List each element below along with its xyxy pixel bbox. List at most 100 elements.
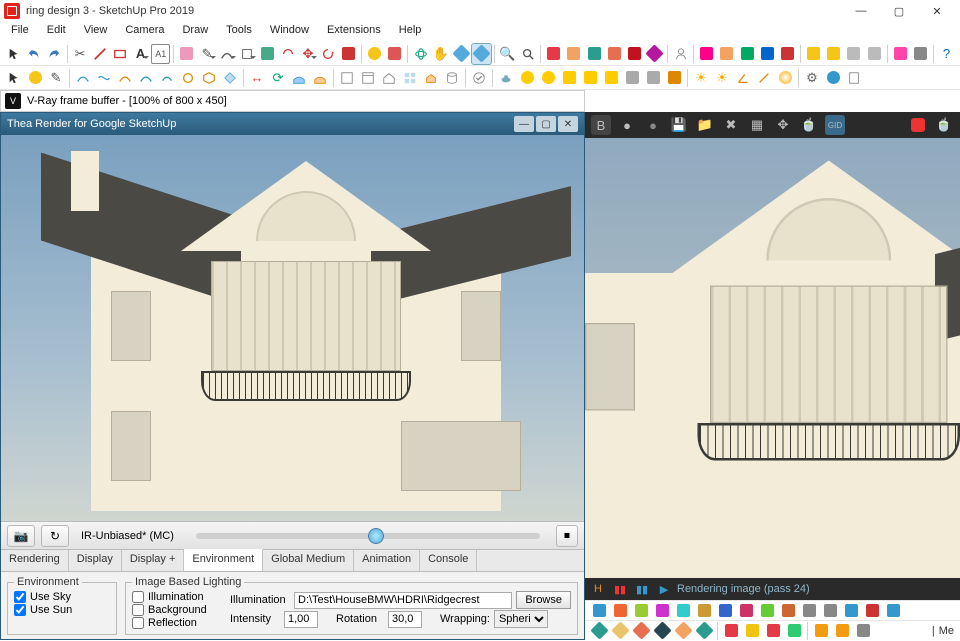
- layer-e-icon[interactable]: [778, 44, 797, 64]
- hex-icon[interactable]: [199, 68, 219, 88]
- rotation-input[interactable]: [388, 611, 422, 628]
- r4-j-icon[interactable]: [784, 621, 804, 641]
- rp-move-icon[interactable]: ✥: [773, 115, 793, 135]
- light-f-icon[interactable]: [622, 68, 642, 88]
- rp-teapot-icon[interactable]: 🍵: [799, 115, 819, 135]
- sun-a-icon[interactable]: ☀: [691, 68, 711, 88]
- r3-c-icon[interactable]: [631, 601, 651, 621]
- zoom-extents-icon[interactable]: [518, 44, 537, 64]
- style-a-icon[interactable]: [804, 44, 823, 64]
- vray-framebuffer-titlebar[interactable]: V V-Ray frame buffer - [100% of 800 x 45…: [0, 90, 585, 112]
- curve-e-icon[interactable]: [157, 68, 177, 88]
- tab-console[interactable]: Console: [420, 550, 477, 571]
- r3-b-icon[interactable]: [610, 601, 630, 621]
- user-icon[interactable]: [671, 44, 690, 64]
- channel-letter[interactable]: B: [591, 115, 611, 135]
- rp-bars-icon[interactable]: ▮▮: [611, 581, 629, 597]
- text-tool-icon[interactable]: A: [131, 44, 150, 64]
- plugin-d-icon[interactable]: [605, 44, 624, 64]
- layer-d-icon[interactable]: [758, 44, 777, 64]
- move-arrows-icon[interactable]: ↔: [247, 68, 267, 88]
- layer-b-icon[interactable]: [717, 44, 736, 64]
- rp-pause-icon[interactable]: ▮▮: [633, 581, 651, 597]
- pencil-tool-icon[interactable]: ✎: [198, 44, 217, 64]
- light-c-icon[interactable]: [559, 68, 579, 88]
- home-icon[interactable]: [379, 68, 399, 88]
- thea-titlebar[interactable]: Thea Render for Google SketchUp — ▢ ✕: [1, 113, 584, 135]
- menu-window[interactable]: Window: [261, 22, 318, 42]
- sphere-icon[interactable]: [775, 68, 795, 88]
- window-minimize-button[interactable]: —: [842, 0, 880, 22]
- plugin-b-icon[interactable]: [564, 44, 583, 64]
- r3-e-icon[interactable]: [673, 601, 693, 621]
- r3-a-icon[interactable]: [589, 601, 609, 621]
- light-b-icon[interactable]: [538, 68, 558, 88]
- select-tool-icon[interactable]: [4, 44, 23, 64]
- light-g-icon[interactable]: [643, 68, 663, 88]
- plugin-a-icon[interactable]: [544, 44, 563, 64]
- thea-minimize-button[interactable]: —: [514, 116, 534, 132]
- r4-c-icon[interactable]: [631, 621, 651, 641]
- r3-h-icon[interactable]: [736, 601, 756, 621]
- pushpull-tool-icon[interactable]: [258, 44, 277, 64]
- surface-b-icon[interactable]: [310, 68, 330, 88]
- rotate-tool-icon[interactable]: [319, 44, 338, 64]
- r3-d-icon[interactable]: [652, 601, 672, 621]
- layer-a-icon[interactable]: [697, 44, 716, 64]
- arc-tool-icon[interactable]: [218, 44, 237, 64]
- tab-global-medium[interactable]: Global Medium: [263, 550, 354, 571]
- brush-icon[interactable]: [25, 68, 45, 88]
- tape-tool-icon[interactable]: [365, 44, 384, 64]
- wrapping-select[interactable]: Spheri: [494, 610, 548, 628]
- thea-stop-icon[interactable]: ⏹: [556, 525, 578, 547]
- cut-icon[interactable]: ✂: [70, 44, 89, 64]
- rp-dot-icon[interactable]: ●: [643, 115, 663, 135]
- r4-a-icon[interactable]: [589, 621, 609, 641]
- misc-b-icon[interactable]: [911, 44, 930, 64]
- plugin-c-icon[interactable]: [584, 44, 603, 64]
- thea-progress-slider[interactable]: [196, 533, 540, 539]
- use-sun-checkbox[interactable]: [14, 604, 26, 616]
- r4-b-icon[interactable]: [610, 621, 630, 641]
- rotate2-icon[interactable]: ⟳: [268, 68, 288, 88]
- rp-stop-icon[interactable]: [908, 115, 928, 135]
- win-b-icon[interactable]: [358, 68, 378, 88]
- r4-g-icon[interactable]: [721, 621, 741, 641]
- background-checkbox[interactable]: [132, 604, 144, 616]
- r4-h-icon[interactable]: [742, 621, 762, 641]
- menu-help[interactable]: Help: [390, 22, 431, 42]
- thea-render-viewport[interactable]: [1, 135, 584, 521]
- menu-tools[interactable]: Tools: [217, 22, 261, 42]
- r4-d-icon[interactable]: [652, 621, 672, 641]
- select2-icon[interactable]: [4, 68, 24, 88]
- r3-f-icon[interactable]: [694, 601, 714, 621]
- rp-tag-icon[interactable]: GID: [825, 115, 845, 135]
- pan-tool-icon[interactable]: ✋: [431, 44, 450, 64]
- thea-render-mode[interactable]: IR-Unbiased* (MC): [75, 526, 180, 546]
- sun-b-icon[interactable]: ☀: [712, 68, 732, 88]
- doc-icon[interactable]: [844, 68, 864, 88]
- tab-display[interactable]: Display: [69, 550, 122, 571]
- zoom-tool-icon[interactable]: 🔍: [498, 44, 517, 64]
- angle-a-icon[interactable]: [733, 68, 753, 88]
- style-b-icon[interactable]: [824, 44, 843, 64]
- line-tool-icon[interactable]: [91, 44, 110, 64]
- paint-tool-icon[interactable]: [385, 44, 404, 64]
- redo-icon[interactable]: [44, 44, 63, 64]
- curve-b-icon[interactable]: [94, 68, 114, 88]
- r3-n-icon[interactable]: [862, 601, 882, 621]
- rp-play-icon[interactable]: ▶: [655, 581, 673, 597]
- rp-save-icon[interactable]: 💾: [669, 115, 689, 135]
- undo-icon[interactable]: [24, 44, 43, 64]
- plugin-e-icon[interactable]: [625, 44, 644, 64]
- style-c-icon[interactable]: [844, 44, 863, 64]
- orbit-tool-icon[interactable]: [411, 44, 430, 64]
- label-tool-icon[interactable]: A1: [151, 44, 170, 64]
- thea-close-button[interactable]: ✕: [558, 116, 578, 132]
- r4-l-icon[interactable]: [832, 621, 852, 641]
- rp-teapot2-icon[interactable]: 🍵: [934, 115, 954, 135]
- light-d-icon[interactable]: [580, 68, 600, 88]
- r3-m-icon[interactable]: [841, 601, 861, 621]
- r4-m-icon[interactable]: [853, 621, 873, 641]
- menu-file[interactable]: File: [2, 22, 38, 42]
